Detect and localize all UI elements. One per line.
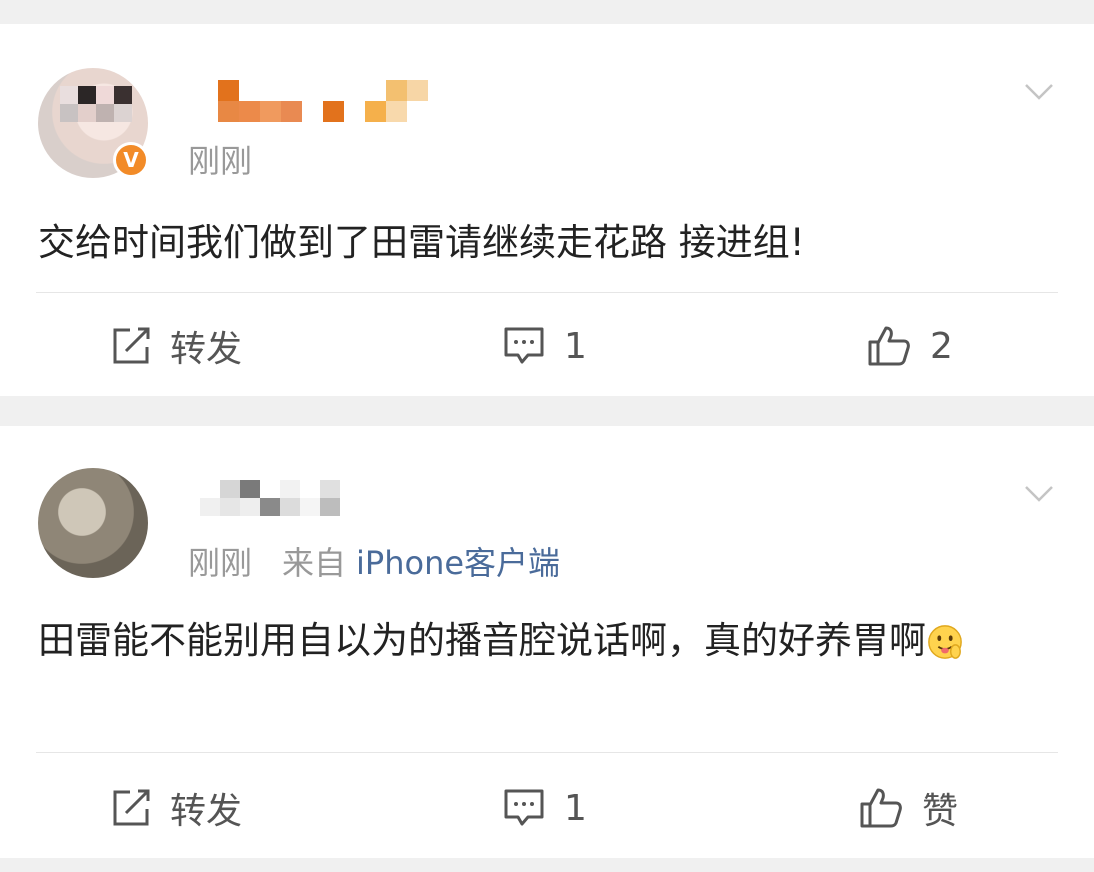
timestamp: 刚刚 [188, 544, 253, 582]
comment-text: 交给时间我们做到了田雷请继续走花路 接进组! [38, 221, 805, 264]
like-button[interactable]: 赞 [858, 768, 958, 848]
comment-icon [504, 789, 544, 826]
repost-label: 转发 [170, 791, 243, 832]
like-button[interactable]: 2 [866, 306, 953, 386]
tongue-face-emoji [928, 625, 962, 659]
post-meta: 刚刚 来自 iPhone客户端 [188, 538, 560, 584]
comment-text: 田雷能不能别用自以为的播音腔说话啊，真的好养胃啊 [38, 610, 1054, 672]
repost-label: 转发 [170, 329, 243, 370]
comment-count: 1 [564, 787, 587, 829]
post-meta: 刚刚 [188, 136, 252, 182]
source-client-link[interactable]: iPhone客户端 [356, 544, 560, 582]
action-bar: 转发 1 赞 [0, 768, 1094, 848]
thumbs-up-icon [860, 788, 902, 828]
timestamp: 刚刚 [188, 142, 253, 180]
like-count: 2 [930, 325, 953, 367]
thumbs-up-icon [868, 326, 910, 366]
avatar[interactable] [38, 468, 148, 578]
comment-card: V 刚刚 交给时间我们做到了田雷请继续走花路 接进组! 转发 1 2 [0, 24, 1094, 396]
repost-button[interactable]: 转发 [110, 306, 242, 386]
comment-count: 1 [564, 325, 587, 367]
comment-button[interactable]: 1 [502, 768, 587, 848]
comment-icon [504, 327, 544, 364]
divider [36, 752, 1058, 753]
username-redacted[interactable] [218, 80, 428, 122]
repost-icon [113, 327, 150, 364]
chevron-down-icon[interactable] [1024, 76, 1054, 106]
verified-badge: V [113, 142, 149, 178]
chevron-down-icon[interactable] [1024, 478, 1054, 508]
comment-button[interactable]: 1 [502, 306, 587, 386]
repost-button[interactable]: 转发 [110, 768, 242, 848]
avatar-pixelation [60, 86, 132, 122]
comment-card: 刚刚 来自 iPhone客户端 田雷能不能别用自以为的播音腔说话啊，真的好养胃啊 转… [0, 426, 1094, 858]
divider [36, 292, 1058, 293]
repost-icon [113, 789, 150, 826]
like-label: 赞 [922, 791, 959, 832]
action-bar: 转发 1 2 [0, 306, 1094, 386]
comment-text-body: 田雷能不能别用自以为的播音腔说话啊，真的好养胃啊 [38, 619, 926, 662]
username-redacted[interactable] [200, 480, 360, 522]
source-prefix: 来自 [282, 544, 347, 582]
